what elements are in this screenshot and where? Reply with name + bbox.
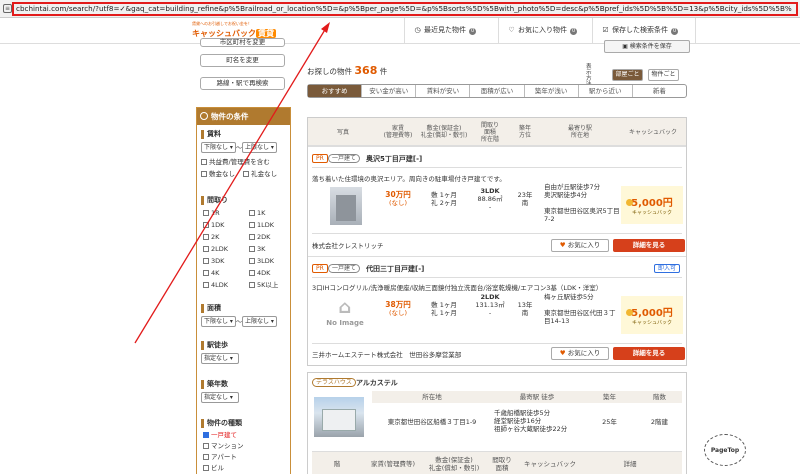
annotation-arrow <box>134 22 330 344</box>
